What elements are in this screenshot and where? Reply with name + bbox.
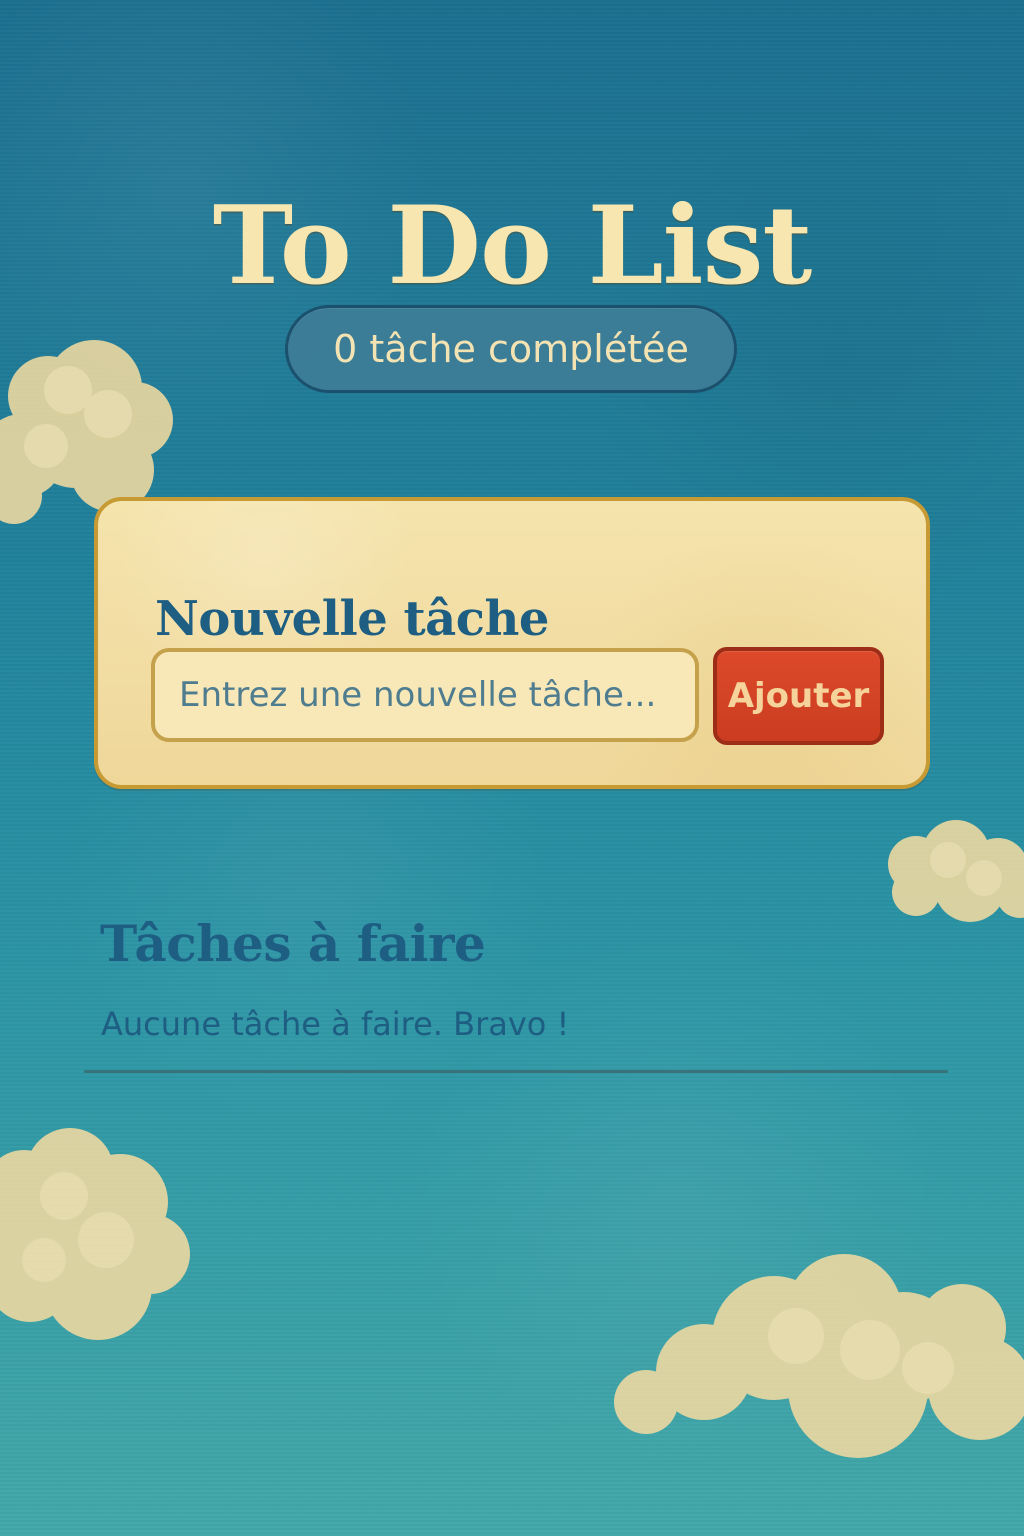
new-task-card: Nouvelle tâche Ajouter: [94, 497, 930, 789]
cloud-illustration: [590, 1220, 1024, 1470]
cloud-illustration: [860, 810, 1024, 930]
empty-tasks-message: Aucune tâche à faire. Bravo !: [101, 1005, 570, 1043]
new-task-input[interactable]: [151, 648, 699, 742]
add-task-button[interactable]: Ajouter: [713, 647, 884, 745]
completed-count-badge: 0 tâche complétée: [285, 305, 737, 393]
cloud-illustration: [0, 1110, 300, 1350]
new-task-title: Nouvelle tâche: [155, 590, 549, 647]
completed-count-text: 0 tâche complétée: [333, 327, 689, 371]
page-title: To Do List: [212, 183, 813, 310]
section-divider: [84, 1070, 948, 1073]
tasks-section-title: Tâches à faire: [100, 913, 486, 973]
